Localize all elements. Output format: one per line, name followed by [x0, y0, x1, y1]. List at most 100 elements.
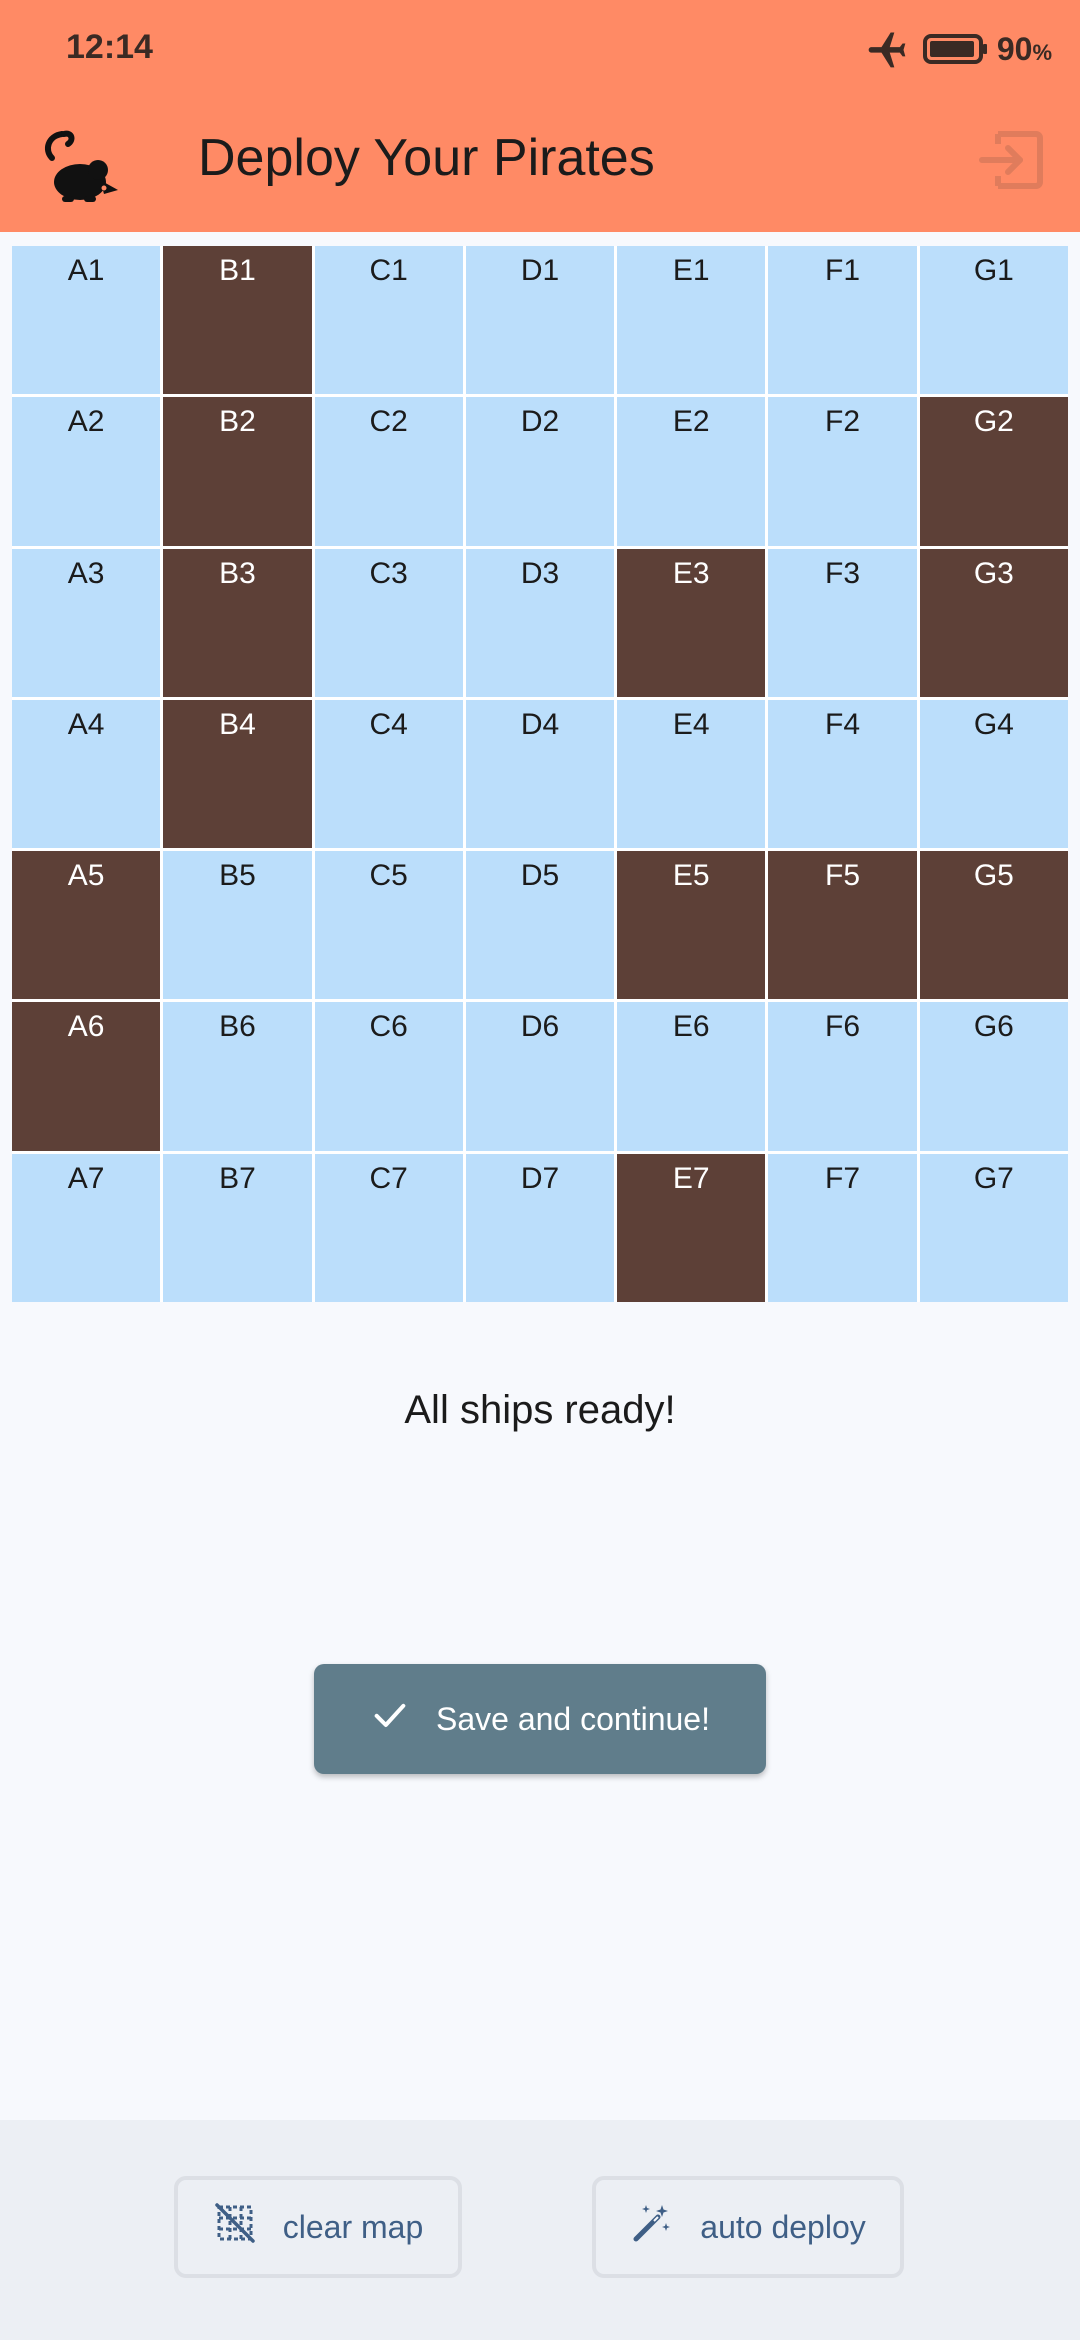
board-cell-label: D5: [520, 859, 560, 893]
board-cell-label: F3: [825, 556, 861, 590]
board-cell-label: C3: [369, 556, 408, 590]
board-cell-d1[interactable]: D1: [465, 246, 615, 395]
board-cell-label: F1: [825, 254, 861, 287]
board-cell-c2[interactable]: C2: [314, 397, 463, 546]
board-cell-f6[interactable]: F6: [768, 1002, 917, 1151]
toolbar: Deploy Your Pirates: [0, 100, 1080, 232]
battery-percentage: 90%: [997, 31, 1052, 68]
board-cell-a5[interactable]: A5: [12, 851, 161, 1000]
board-cell-d3[interactable]: D3: [465, 548, 615, 697]
clear-map-button[interactable]: clear map: [174, 2176, 462, 2278]
board-cell-d2[interactable]: D2: [465, 397, 615, 546]
battery-unit: %: [1032, 39, 1052, 65]
app-header: 12:14 90% Deploy Your Pirates: [0, 0, 1080, 232]
board-cell-b6[interactable]: B6: [163, 1002, 312, 1151]
board-cell-f5[interactable]: F5: [768, 851, 917, 1000]
board-cell-label: B2: [219, 405, 256, 439]
board-cell-a7[interactable]: A7: [12, 1153, 161, 1302]
board-cell-e7[interactable]: E7: [617, 1153, 766, 1302]
board-cell-a2[interactable]: A2: [12, 397, 161, 546]
board-cell-label: A7: [67, 1161, 105, 1195]
board-cell-a3[interactable]: A3: [12, 548, 161, 697]
board-cell-b7[interactable]: B7: [163, 1153, 312, 1302]
board-cell-f4[interactable]: F4: [768, 699, 917, 849]
board-cell-b1[interactable]: B1: [163, 246, 312, 395]
board-cell-label: G6: [973, 1010, 1014, 1044]
board-cell-label: D1: [520, 254, 560, 287]
battery-icon: [922, 33, 989, 65]
board-cell-e4[interactable]: E4: [617, 699, 766, 849]
board-cell-g1[interactable]: G1: [919, 246, 1068, 395]
board-cell-label: F6: [825, 1010, 861, 1044]
board-cell-f2[interactable]: F2: [768, 397, 917, 546]
airplane-mode-icon: [865, 27, 909, 71]
deploy-board: A1 B1 C1 D1 E1 F1 G1 A2 B2 C2 D2 E2 F2 G2 A3 B3 C3 D3 E3 F3…: [12, 246, 1068, 1302]
auto-deploy-button[interactable]: auto deploy: [592, 2176, 904, 2278]
board-cell-g4[interactable]: G4: [919, 699, 1068, 849]
board-cell-label: F4: [825, 707, 861, 741]
board-cell-d6[interactable]: D6: [465, 1002, 615, 1151]
board-cell-g7[interactable]: G7: [919, 1153, 1068, 1302]
board-cell-label: B5: [219, 859, 256, 893]
board-cell-f3[interactable]: F3: [768, 548, 917, 697]
board-cell-e2[interactable]: E2: [617, 397, 766, 546]
board-cell-b5[interactable]: B5: [163, 851, 312, 1000]
board-cell-label: F5: [825, 859, 861, 893]
magic-wand-icon: [630, 2201, 700, 2253]
board-cell-g3[interactable]: G3: [919, 548, 1068, 697]
board-cell-a4[interactable]: A4: [12, 699, 161, 849]
board-cell-e3[interactable]: E3: [617, 548, 766, 697]
board-cell-c6[interactable]: C6: [314, 1002, 463, 1151]
board-cell-label: E4: [672, 707, 710, 741]
board-cell-e5[interactable]: E5: [617, 851, 766, 1000]
board-cell-c3[interactable]: C3: [314, 548, 463, 697]
board-cell-label: C5: [369, 859, 408, 893]
exit-icon[interactable]: [972, 120, 1052, 200]
board-cell-g2[interactable]: G2: [919, 397, 1068, 546]
board-cell-label: D3: [520, 556, 560, 590]
clear-map-label: clear map: [282, 2208, 424, 2245]
board-cell-b2[interactable]: B2: [163, 397, 312, 546]
board-cell-e6[interactable]: E6: [617, 1002, 766, 1151]
board-cell-c4[interactable]: C4: [314, 699, 463, 849]
status-message: All ships ready!: [404, 1388, 676, 1432]
board-cell-label: B1: [219, 254, 256, 287]
board-cell-label: B4: [219, 707, 256, 741]
save-button-label: Save and continue!: [436, 1700, 710, 1737]
board-cell-label: G5: [973, 859, 1014, 893]
save-continue-button[interactable]: Save and continue!: [314, 1664, 766, 1774]
board-cell-label: C2: [369, 405, 408, 439]
board-cell-label: A2: [67, 405, 105, 439]
board-cell-c1[interactable]: C1: [314, 246, 463, 395]
rat-icon: [34, 120, 124, 210]
board-cell-label: D6: [520, 1010, 560, 1044]
board-cell-label: A6: [67, 1010, 105, 1044]
board-cell-label: C1: [369, 254, 408, 287]
board-cell-d5[interactable]: D5: [465, 851, 615, 1000]
board-cell-c5[interactable]: C5: [314, 851, 463, 1000]
board-cell-c7[interactable]: C7: [314, 1153, 463, 1302]
board-cell-f7[interactable]: F7: [768, 1153, 917, 1302]
board-cell-a6[interactable]: A6: [12, 1002, 161, 1151]
board-cell-label: G7: [973, 1161, 1014, 1195]
board-cell-d7[interactable]: D7: [465, 1153, 615, 1302]
board-cell-a1[interactable]: A1: [12, 246, 161, 395]
board-cell-g5[interactable]: G5: [919, 851, 1068, 1000]
board-cell-f1[interactable]: F1: [768, 246, 917, 395]
board-cell-g6[interactable]: G6: [919, 1002, 1068, 1151]
board-cell-b4[interactable]: B4: [163, 699, 312, 849]
board-cell-label: E5: [672, 859, 710, 893]
status-bar: 12:14 90%: [0, 0, 1080, 100]
board-cell-label: F7: [825, 1161, 861, 1195]
board-cell-label: B6: [219, 1010, 256, 1044]
board-cell-d4[interactable]: D4: [465, 699, 615, 849]
status-time: 12:14: [66, 28, 153, 66]
board-cell-label: G3: [973, 556, 1014, 590]
board-cell-e1[interactable]: E1: [617, 246, 766, 395]
board-cell-label: D4: [520, 707, 560, 741]
board-cell-label: A4: [67, 707, 105, 741]
bottom-bar: clear map auto deploy: [0, 2120, 1080, 2340]
board-cell-label: D7: [520, 1161, 560, 1195]
board-cell-b3[interactable]: B3: [163, 548, 312, 697]
board-cell-label: D2: [520, 405, 560, 439]
